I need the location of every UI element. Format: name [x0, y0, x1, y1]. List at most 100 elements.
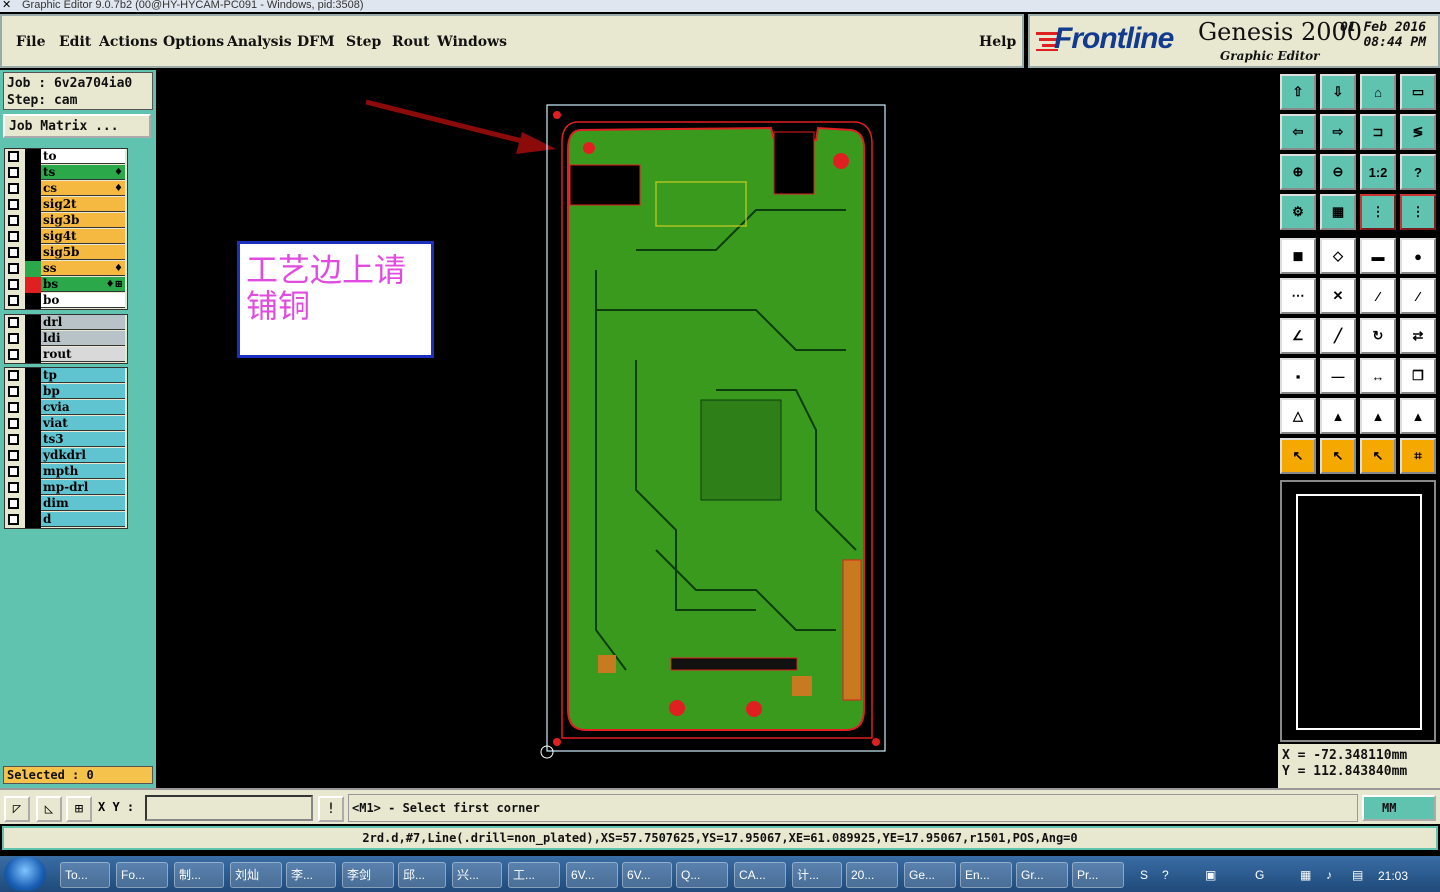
layer-name[interactable]: tp: [41, 368, 125, 383]
mirror-icon[interactable]: ⇄: [1400, 318, 1436, 354]
snap-alt-icon[interactable]: ⋮: [1400, 194, 1436, 230]
taskbar-item[interactable]: Gr...: [1016, 862, 1068, 888]
move-right-icon[interactable]: ⇨: [1320, 114, 1356, 150]
layer-color-swatch[interactable]: [25, 432, 41, 448]
layer-row[interactable]: ydkdrl: [5, 448, 127, 464]
home-icon[interactable]: ⌂: [1360, 74, 1396, 110]
taskbar-item[interactable]: 刘灿: [230, 862, 282, 888]
layer-name[interactable]: sig4t: [41, 229, 125, 244]
layer-row[interactable]: d: [5, 512, 127, 528]
move-down-icon[interactable]: ⇩: [1320, 74, 1356, 110]
taskbar-item[interactable]: To...: [60, 862, 110, 888]
layer-checkbox[interactable]: [8, 349, 19, 360]
layer-checkbox[interactable]: [8, 231, 19, 242]
layer-checkbox[interactable]: [8, 514, 19, 525]
tray-g-icon[interactable]: G: [1255, 868, 1264, 882]
layer-name[interactable]: rout: [41, 347, 125, 362]
layer-color-swatch[interactable]: [25, 229, 41, 245]
layer-color-swatch[interactable]: [25, 197, 41, 213]
menu-step[interactable]: Step: [346, 34, 381, 50]
layer-name[interactable]: ts3: [41, 432, 125, 447]
triangle-b-icon[interactable]: ▲: [1320, 398, 1356, 434]
zoom-out-icon[interactable]: ⊖: [1320, 154, 1356, 190]
angle-icon[interactable]: ∠: [1280, 318, 1316, 354]
layer-row[interactable]: viat: [5, 416, 127, 432]
layer-name[interactable]: ldi: [41, 331, 125, 346]
graphic-canvas[interactable]: 工艺边上请铺铜: [156, 70, 1276, 788]
layer-checkbox[interactable]: [8, 498, 19, 509]
taskbar-item[interactable]: Pr...: [1072, 862, 1124, 888]
help-button[interactable]: ?: [1400, 154, 1436, 190]
units-selector[interactable]: MM: [1362, 795, 1436, 821]
layer-name[interactable]: dim: [41, 496, 125, 511]
layer-row[interactable]: bp: [5, 384, 127, 400]
snap-line-icon[interactable]: ◸: [4, 796, 30, 822]
layer-row[interactable]: to: [5, 149, 127, 165]
layer-row[interactable]: sig3b: [5, 213, 127, 229]
copy-icon[interactable]: ❐: [1400, 358, 1436, 394]
taskbar-item[interactable]: 邱...: [398, 862, 446, 888]
layer-name[interactable]: drl: [41, 315, 125, 330]
layer-checkbox[interactable]: [8, 295, 19, 306]
layer-name[interactable]: ts ♦: [41, 165, 125, 180]
layer-row[interactable]: ts3: [5, 432, 127, 448]
layer-checkbox[interactable]: [8, 402, 19, 413]
layer-row[interactable]: ts ♦: [5, 165, 127, 181]
slash-icon[interactable]: ╱: [1320, 318, 1356, 354]
zoom-ratio-button[interactable]: 1:2: [1360, 154, 1396, 190]
layer-name[interactable]: cs ♦: [41, 181, 125, 196]
dimension-icon[interactable]: ↔: [1360, 358, 1396, 394]
triangle-d-icon[interactable]: ▲: [1400, 398, 1436, 434]
menu-edit[interactable]: Edit: [59, 34, 91, 50]
dash-icon[interactable]: —: [1320, 358, 1356, 394]
cross-icon[interactable]: ✕: [1320, 278, 1356, 314]
layer-name[interactable]: ydkdrl: [41, 448, 125, 463]
layer-row[interactable]: cvia: [5, 400, 127, 416]
taskbar-item[interactable]: En...: [960, 862, 1012, 888]
layer-color-swatch[interactable]: [25, 245, 41, 261]
job-matrix-button[interactable]: Job Matrix ...: [3, 114, 151, 138]
layer-checkbox[interactable]: [8, 151, 19, 162]
move-left-icon[interactable]: ⇦: [1280, 114, 1316, 150]
tray-help-icon[interactable]: ?: [1162, 868, 1169, 882]
layer-checkbox[interactable]: [8, 199, 19, 210]
layer-color-swatch[interactable]: [25, 315, 41, 331]
rotate-icon[interactable]: ↻: [1360, 318, 1396, 354]
layer-name[interactable]: bp: [41, 384, 125, 399]
select-pointer-icon[interactable]: ↖: [1280, 438, 1316, 474]
layer-row[interactable]: bo: [5, 293, 127, 309]
layer-name[interactable]: viat: [41, 416, 125, 431]
layer-name[interactable]: ss ♦: [41, 261, 125, 276]
layer-name[interactable]: bs ♦⊞: [41, 277, 125, 292]
layer-color-swatch[interactable]: [25, 400, 41, 416]
layer-color-swatch[interactable]: [25, 181, 41, 197]
layer-name[interactable]: sig3b: [41, 213, 125, 228]
layer-row[interactable]: tp: [5, 368, 127, 384]
menu-actions[interactable]: Actions: [99, 34, 158, 50]
layer-row[interactable]: ldi: [5, 331, 127, 347]
taskbar-item[interactable]: 制...: [174, 862, 224, 888]
layer-row[interactable]: mp-drl: [5, 480, 127, 496]
menu-options[interactable]: Options: [163, 34, 224, 50]
layer-name[interactable]: sig2t: [41, 197, 125, 212]
layer-row[interactable]: sig5b: [5, 245, 127, 261]
measure-icon[interactable]: ⚙: [1280, 194, 1316, 230]
layer-name[interactable]: d: [41, 512, 125, 527]
grid-icon[interactable]: ▦: [1320, 194, 1356, 230]
layer-color-swatch[interactable]: [25, 448, 41, 464]
layer-checkbox[interactable]: [8, 333, 19, 344]
move-up-icon[interactable]: ⇧: [1280, 74, 1316, 110]
layer-checkbox[interactable]: [8, 317, 19, 328]
zoom-in-icon[interactable]: ⊕: [1280, 154, 1316, 190]
layer-color-swatch[interactable]: [25, 213, 41, 229]
layer-row[interactable]: sig4t: [5, 229, 127, 245]
layer-row[interactable]: sig2t: [5, 197, 127, 213]
layer-name[interactable]: sig5b: [41, 245, 125, 260]
layer-checkbox[interactable]: [8, 450, 19, 461]
layer-row[interactable]: mpth: [5, 464, 127, 480]
tray-volume-icon[interactable]: ♪: [1326, 868, 1332, 882]
menu-analysis[interactable]: Analysis: [227, 34, 292, 50]
layer-color-swatch[interactable]: [25, 293, 41, 309]
taskbar-item[interactable]: 6V...: [566, 862, 618, 888]
taskbar-item[interactable]: 工...: [508, 862, 560, 888]
